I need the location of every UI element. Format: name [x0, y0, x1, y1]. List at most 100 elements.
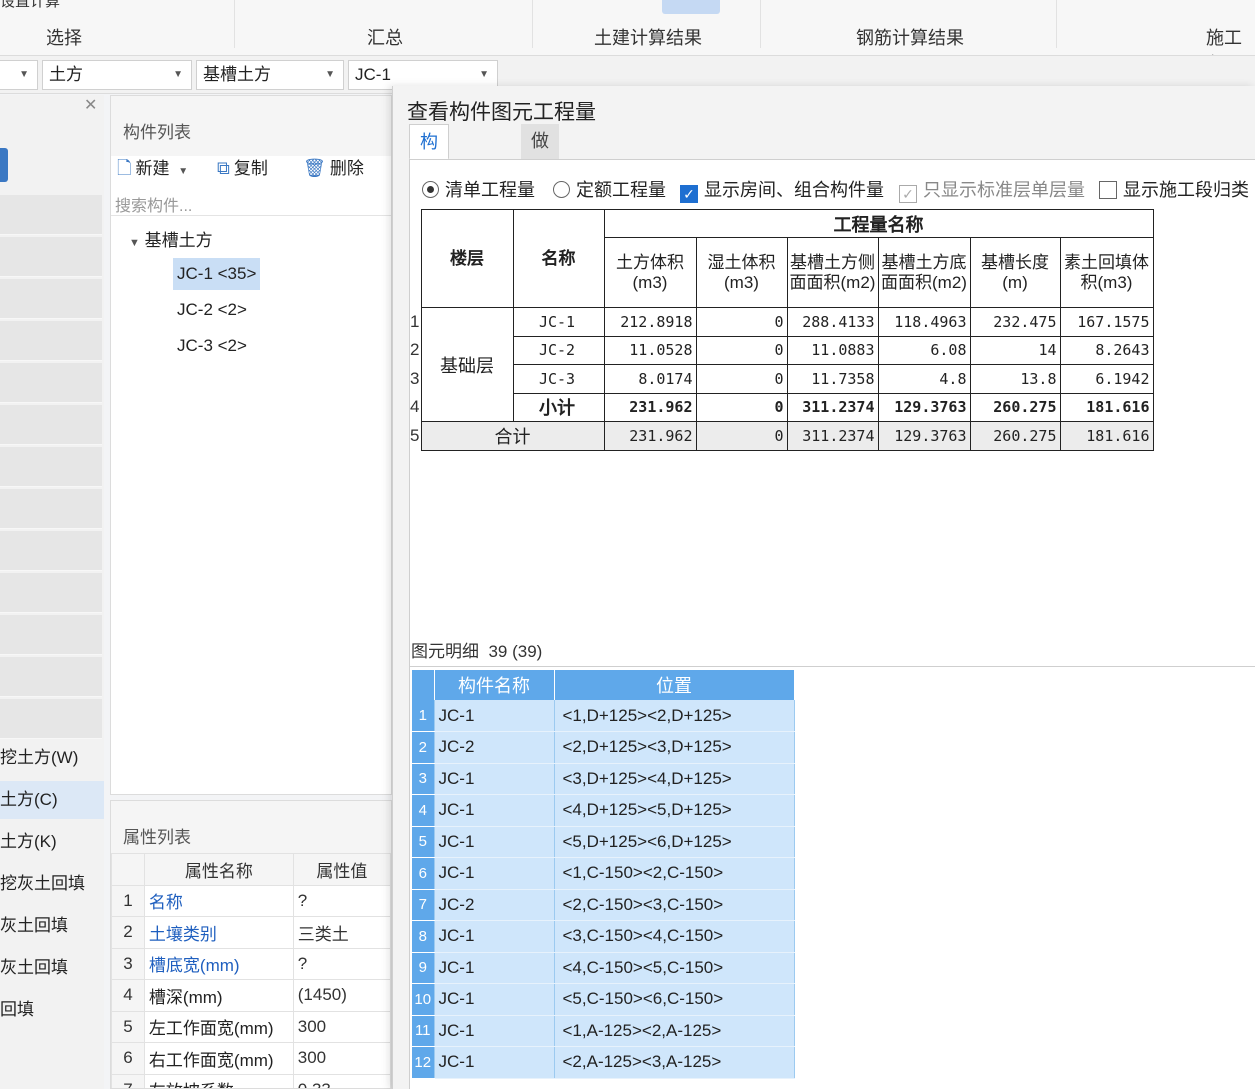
property-row[interactable]: 3 槽底宽(mm) ? — [111, 947, 391, 980]
checkbox-standard-floor[interactable]: ✓ 只显示标准层单层量 — [899, 176, 1085, 203]
delete-button[interactable]: 🗑 删除 — [303, 154, 364, 182]
detail-row[interactable]: 11 JC-1 <1,A-125><2,A-125> — [412, 1015, 795, 1047]
property-value[interactable]: ? — [292, 884, 391, 917]
ribbon-group-summary[interactable]: 汇总 — [367, 24, 403, 50]
nav-item-lime-soil-fill-excavation[interactable]: 挖灰土回填 — [0, 865, 104, 903]
close-icon[interactable]: ✕ — [84, 95, 97, 115]
tree-group-node[interactable]: ▼ 基槽土方 — [129, 226, 213, 251]
detail-name: JC-1 — [434, 1015, 555, 1047]
nav-item-lime-soil-fill-b[interactable]: 灰土回填 — [0, 949, 104, 987]
nav-item-lime-soil-fill-a[interactable]: 灰土回填 — [0, 907, 104, 945]
component-search-input[interactable]: 搜索构件... — [111, 188, 391, 216]
new-button[interactable]: 🗋 新建 ▼ — [117, 154, 188, 182]
detail-row[interactable]: 9 JC-1 <4,C-150><5,C-150> — [412, 952, 795, 984]
ribbon-group-civil-results[interactable]: 土建计算结果 — [594, 24, 702, 50]
copy-button[interactable]: ⧉ 复制 — [217, 154, 268, 182]
property-value[interactable]: ? — [292, 947, 391, 980]
nav-collapsed-item[interactable] — [0, 489, 102, 529]
ribbon-group-stage[interactable]: 施工段 — [1206, 24, 1255, 55]
nav-collapsed-item[interactable] — [0, 657, 102, 697]
nav-collapsed-item[interactable] — [0, 363, 102, 403]
property-row[interactable]: 6 右工作面宽(mm) 300 — [111, 1042, 391, 1075]
detail-row[interactable]: 4 JC-1 <4,D+125><5,D+125> — [412, 794, 795, 827]
detail-row[interactable]: 3 JC-1 <3,D+125><4,D+125> — [412, 763, 795, 795]
total-row[interactable]: 5 合计 231.962 0 311.2374 129.3763 260.275… — [410, 421, 1154, 451]
value-cell: 8.0174 — [603, 364, 697, 394]
category-combo[interactable]: 土方 ▼ — [42, 60, 192, 90]
radio-quota-quantity[interactable]: 定额工程量 — [553, 176, 666, 202]
col-header-bottom-area: 基槽土方底面面积(m2) — [877, 237, 971, 308]
floor-combo[interactable]: ▼ — [0, 60, 38, 90]
ribbon-group-rebar-results[interactable]: 钢筋计算结果 — [856, 24, 964, 50]
chevron-down-icon: ▼ — [178, 166, 189, 177]
value-cell: 212.8918 — [603, 307, 697, 337]
radio-list-quantity[interactable]: 清单工程量 — [422, 176, 535, 202]
nav-collapsed-item[interactable] — [0, 237, 102, 277]
nav-item-excavation[interactable]: 挖土方(W) — [0, 739, 104, 777]
property-value[interactable]: 三类土 — [292, 916, 391, 949]
value-cell: 0 — [695, 307, 788, 337]
col-header-group: 工程量名称 — [603, 209, 1154, 238]
table-row[interactable]: 2 JC-2 11.0528 0 11.0883 6.08 14 8.2643 — [410, 335, 1154, 365]
nav-collapsed-item[interactable] — [0, 279, 102, 319]
nav-item-backfill[interactable]: 回填 — [0, 991, 104, 1029]
nav-collapsed-item[interactable] — [0, 615, 102, 655]
row-number: 3 — [410, 368, 420, 388]
property-row[interactable]: 5 左工作面宽(mm) 300 — [111, 1010, 391, 1043]
ribbon-group-select[interactable]: 选择 — [46, 24, 82, 50]
tree-item-jc1[interactable]: JC-1 <35> — [173, 258, 261, 290]
checkbox-show-room[interactable]: ✓ 显示房间、组合构件量 — [680, 176, 884, 203]
component-name-cell: JC-1 — [512, 307, 605, 337]
tab-method-quantity[interactable]: 做法工程量 — [521, 124, 559, 287]
property-row[interactable]: 4 槽深(mm) (1450) — [111, 979, 391, 1012]
row-number-header — [410, 210, 421, 308]
detail-row[interactable]: 6 JC-1 <1,C-150><2,C-150> — [412, 857, 795, 890]
tab-component-quantity[interactable]: 构件工程量 — [409, 124, 449, 288]
property-row[interactable]: 7 左放坡系数 0.33 — [111, 1073, 391, 1088]
nav-item-trench-earthwork[interactable]: 土方(C) — [0, 781, 104, 819]
detail-row[interactable]: 12 JC-1 <2,A-125><3,A-125> — [412, 1046, 795, 1079]
nav-collapsed-item[interactable] — [0, 195, 102, 235]
property-value[interactable]: 300 — [292, 1010, 391, 1043]
detail-row[interactable]: 1 JC-1 <1,D+125><2,D+125> — [412, 700, 795, 732]
table-row[interactable]: 1 基础层 JC-1 212.8918 0 288.4133 118.4963 … — [410, 307, 1154, 422]
nav-collapsed-item[interactable] — [0, 321, 102, 361]
detail-row[interactable]: 7 JC-2 <2,C-150><3,C-150> — [412, 889, 795, 921]
nav-collapsed-item[interactable] — [0, 531, 102, 571]
radio-quota-label: 定额工程量 — [576, 180, 666, 200]
row-number: 5 — [410, 425, 420, 445]
total-label: 合计 — [420, 421, 605, 451]
detail-row[interactable]: 10 JC-1 <5,C-150><6,C-150> — [412, 983, 795, 1016]
detail-row[interactable]: 8 JC-1 <3,C-150><4,C-150> — [412, 920, 795, 953]
property-row[interactable]: 1 名称 ? — [111, 884, 391, 917]
value-cell: 6.1942 — [1059, 364, 1154, 394]
property-header-num — [111, 853, 145, 886]
ribbon-active-indicator — [662, 0, 720, 14]
detail-table: 构件名称 位置 1 JC-1 <1,D+125><2,D+125> 2 JC-2 <2,… — [412, 670, 795, 1079]
detail-position: <2,D+125><3,D+125> — [554, 731, 795, 764]
detail-name: JC-1 — [434, 952, 555, 984]
table-row[interactable]: 3 JC-3 8.0174 0 11.7358 4.8 13.8 6.1942 — [410, 364, 1154, 394]
property-row[interactable]: 2 土壤类别 三类土 — [111, 916, 391, 949]
detail-row-num: 12 — [412, 1046, 435, 1079]
detail-row[interactable]: 2 JC-2 <2,D+125><3,D+125> — [412, 731, 795, 764]
property-value[interactable]: (1450) — [292, 979, 391, 1012]
property-name: 右工作面宽(mm) — [143, 1042, 294, 1075]
subtotal-row[interactable]: 4 小计 231.962 0 311.2374 129.3763 260.275… — [410, 392, 1154, 422]
nav-collapsed-item[interactable] — [0, 573, 102, 613]
detail-area: 构件名称 位置 1 JC-1 <1,D+125><2,D+125> 2 JC-2 <2,… — [409, 666, 1255, 1089]
checkbox-stage[interactable]: 显示施工段归类 — [1099, 176, 1249, 202]
nav-collapsed-item[interactable] — [0, 699, 102, 739]
tree-item-jc3[interactable]: JC-3 <2> — [173, 330, 251, 362]
tree-item-jc2[interactable]: JC-2 <2> — [173, 294, 251, 326]
nav-collapsed-item[interactable] — [0, 405, 102, 445]
detail-row[interactable]: 5 JC-1 <5,D+125><6,D+125> — [412, 826, 795, 858]
property-value[interactable]: 300 — [292, 1042, 391, 1075]
tree-group-label: 基槽土方 — [144, 231, 213, 250]
nav-collapsed-item[interactable] — [0, 447, 102, 487]
property-value[interactable]: 0.33 — [292, 1073, 391, 1088]
nav-item-pit-earthwork[interactable]: 土方(K) — [0, 823, 104, 861]
ribbon-divider — [234, 0, 235, 48]
checkmark-disabled-icon: ✓ — [899, 185, 917, 203]
type-combo[interactable]: 基槽土方 ▼ — [196, 60, 344, 90]
